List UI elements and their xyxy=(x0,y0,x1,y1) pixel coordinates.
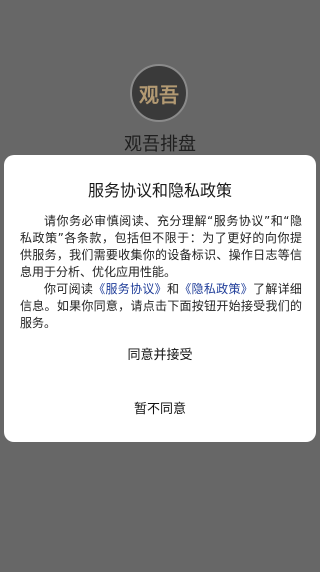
paragraph-2-prefix: 你可阅读 xyxy=(44,282,94,296)
privacy-policy-link[interactable]: 《隐私政策》 xyxy=(179,282,253,296)
dialog-paragraph-2: 你可阅读《服务协议》和《隐私政策》了解详细信息。如果你同意，请点击下面按钮开始接… xyxy=(20,281,302,332)
dialog-body: 请你务必审慎阅读、充分理解“服务协议”和“隐私政策”各条款，包括但不限于：为了更… xyxy=(20,213,302,332)
dialog-title: 服务协议和隐私政策 xyxy=(87,181,232,200)
dialog-paragraph-1: 请你务必审慎阅读、充分理解“服务协议”和“隐私政策”各条款，包括但不限于：为了更… xyxy=(20,214,302,279)
service-agreement-link[interactable]: 《服务协议》 xyxy=(93,282,167,296)
and-text: 和 xyxy=(166,282,180,296)
decline-button[interactable]: 暂不同意 xyxy=(4,399,316,421)
app-logo-text: 观吾 xyxy=(139,82,179,107)
privacy-dialog: 服务协议和隐私政策 请你务必审慎阅读、充分理解“服务协议”和“隐私政策”各条款，… xyxy=(4,155,316,442)
app-logo: 观吾 xyxy=(130,64,188,122)
agree-button[interactable]: 同意并接受 xyxy=(4,345,316,367)
app-name: 观吾排盘 xyxy=(124,134,196,155)
